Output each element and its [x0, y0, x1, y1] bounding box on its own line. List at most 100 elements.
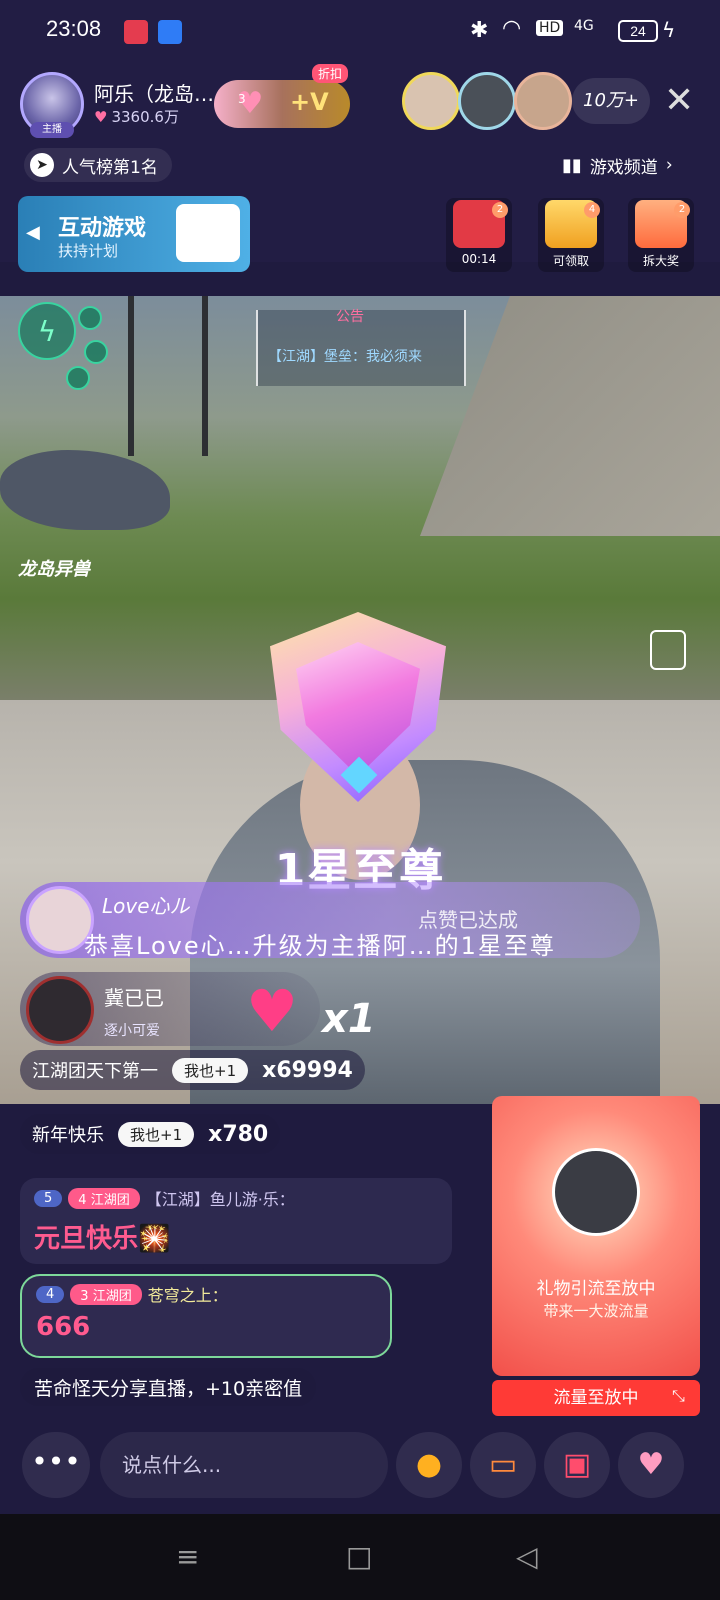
activity-label: 可领取	[552, 254, 589, 268]
chat-user: 【江湖】鱼儿游·乐：	[145, 1190, 295, 1209]
chat-meta: 4 3 江湖团 苍穹之上：	[36, 1282, 228, 1306]
chat-input[interactable]	[100, 1432, 388, 1498]
skill-icon-3[interactable]	[66, 366, 90, 390]
chat-content: 元旦快乐🎇	[34, 1224, 171, 1254]
promo-card[interactable]	[492, 1096, 700, 1376]
promo-avatar	[552, 1148, 640, 1236]
fan-level: 3	[80, 1288, 89, 1304]
baidu-icon	[158, 20, 182, 44]
skill-icon-2[interactable]	[84, 340, 108, 364]
promo-line-1: 礼物引流至放中	[536, 1279, 656, 1299]
fan-club-tag: 江湖团	[90, 1192, 130, 1208]
fan-club-tag: 江湖团	[92, 1288, 132, 1304]
me-too-button[interactable]: 我也+1	[118, 1121, 195, 1147]
command-count: x780	[208, 1121, 269, 1147]
activity-label: 00:14	[461, 252, 497, 266]
like-user-name: 冀已已	[104, 986, 164, 1010]
fan-level-badge: 4 江湖团	[68, 1187, 140, 1209]
fan-level-badge: 3 江湖团	[70, 1283, 142, 1305]
command-row: 江湖团天下第一 我也+1 x69994	[20, 1050, 365, 1090]
activity-dot: 4	[584, 202, 600, 218]
back-icon[interactable]: ◁	[516, 1540, 538, 1573]
rotate-screen-icon[interactable]	[650, 630, 686, 670]
command-row: 新年快乐 我也+1 x780	[20, 1114, 281, 1154]
skill-icon-1[interactable]	[78, 306, 102, 330]
fan-level: 4	[78, 1192, 87, 1208]
more-button[interactable]: •••	[22, 1432, 90, 1498]
rank-label: 人气榜第1名	[62, 157, 158, 178]
game-card-title: 互动游戏	[58, 216, 147, 241]
game-crane	[128, 296, 208, 456]
hd-icon: HD	[536, 20, 564, 36]
viewer-avatar-3[interactable]	[514, 72, 572, 130]
chat-content: 666	[36, 1312, 91, 1342]
signal-icon: 4G	[574, 18, 594, 34]
notice-title: 公告	[336, 309, 364, 325]
status-bar	[0, 0, 720, 62]
bar-chart-icon: ▮▮	[562, 154, 582, 176]
arrow-left-icon[interactable]: ◀	[26, 222, 40, 243]
chat-message-highlight[interactable]: 4 3 江湖团 苍穹之上： 666	[20, 1274, 392, 1358]
fan-heart-icon[interactable]: ♥	[222, 84, 278, 124]
user-level-badge: 5	[34, 1189, 63, 1207]
home-icon[interactable]: □	[346, 1540, 372, 1573]
me-too-button[interactable]: 我也+1	[172, 1057, 249, 1083]
like-count: x1	[322, 996, 376, 1042]
chat-meta: 5 4 江湖团 【江湖】鱼儿游·乐：	[34, 1186, 295, 1210]
vip-button[interactable]: +V	[290, 88, 329, 116]
status-time: 23:08	[46, 16, 102, 41]
promo-line-2: 带来一大波流量	[543, 1302, 649, 1320]
chat-message[interactable]: 5 4 江湖团 【江湖】鱼儿游·乐： 元旦快乐🎇	[20, 1178, 452, 1264]
collapse-icon[interactable]: ⤡	[672, 1386, 685, 1406]
chat-user: 苍穹之上：	[147, 1286, 228, 1305]
close-icon[interactable]: ✕	[664, 78, 694, 124]
upgrade-user-name: Love心ル	[102, 894, 190, 918]
user-level-badge: 4	[36, 1285, 65, 1303]
chevron-right-icon: ›	[665, 155, 673, 175]
like-user-avatar[interactable]	[26, 976, 94, 1044]
popularity-rank[interactable]: ➤ 人气榜第1名	[24, 148, 172, 182]
like-user-sub: 逐小可爱	[104, 1023, 160, 1039]
viewer-avatar-2[interactable]	[458, 72, 516, 130]
battery-icon: 24	[618, 20, 658, 42]
activity-dot: 2	[492, 202, 508, 218]
channel-label: 游戏频道	[589, 157, 658, 178]
anchor-likes: ♥ 3360.6万	[94, 106, 179, 127]
activity-timer[interactable]: 2 00:14	[446, 198, 512, 272]
upgrade-message: 恭喜Love心…升级为主播阿…的1星至尊	[84, 932, 556, 960]
command-text: 江湖团天下第一	[32, 1061, 158, 1082]
promo-button[interactable]: 流量至放中	[492, 1380, 700, 1416]
activity-label: 拆大奖	[642, 254, 679, 268]
wifi-icon: ◠	[502, 16, 522, 41]
lightning-icon[interactable]: ϟ	[18, 302, 76, 360]
anchor-likes-value: 3360.6万	[111, 108, 179, 126]
heart-icon[interactable]: ♥	[618, 1432, 684, 1498]
like-heart-icon: ♥	[94, 108, 108, 126]
game-logo: 龙岛异兽	[18, 559, 90, 580]
command-count: x69994	[262, 1057, 353, 1083]
notice-text: 【江湖】堡垒：我必须来	[268, 349, 422, 365]
system-message: 苦命怪天分享直播，+10亲密值	[20, 1368, 317, 1406]
gift-icon[interactable]: ▣	[544, 1432, 610, 1498]
viewer-count[interactable]: 10万+	[572, 78, 650, 124]
menu-icon[interactable]: ≡	[176, 1540, 199, 1573]
anchor-name[interactable]: 阿乐（龙岛…	[94, 78, 214, 107]
ticket-icon[interactable]: ▭	[470, 1432, 536, 1498]
emoji-icon[interactable]: ●	[396, 1432, 462, 1498]
activity-dot: 2	[674, 202, 690, 218]
activity-prize[interactable]: 2 拆大奖	[628, 198, 694, 272]
discount-badge: 折扣	[312, 64, 349, 83]
anchor-badge: 主播	[30, 122, 74, 138]
command-text: 新年快乐	[32, 1125, 104, 1146]
game-card-subtitle: 扶持计划	[58, 242, 119, 260]
bluetooth-icon: ✱	[470, 18, 489, 43]
robot-mascot-icon	[176, 204, 240, 262]
rank-icon: ➤	[30, 153, 54, 177]
activity-claim[interactable]: 4 可领取	[538, 198, 604, 272]
game-channel-link[interactable]: ▮▮ 游戏频道 ›	[562, 148, 673, 182]
charging-icon: ϟ	[662, 18, 676, 42]
screen-record-icon	[124, 20, 148, 44]
viewer-avatar-1[interactable]	[402, 72, 460, 130]
fan-heart-count: 3	[238, 92, 246, 106]
heart-gift-icon: ♥	[246, 977, 298, 1045]
